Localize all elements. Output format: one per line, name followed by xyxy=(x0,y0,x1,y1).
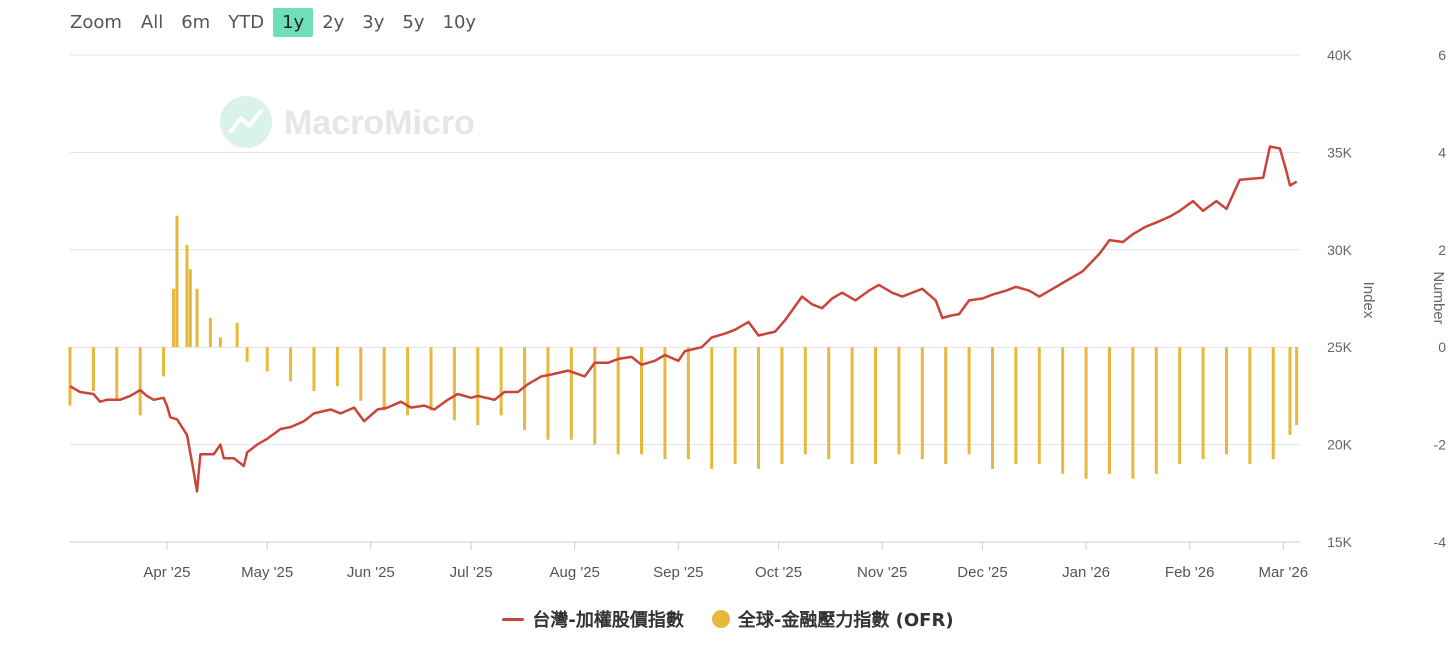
ofr-bar xyxy=(115,347,119,401)
ofr-bar xyxy=(359,347,363,401)
ofr-bar xyxy=(546,347,550,440)
ofr-bar xyxy=(1178,347,1182,465)
legend-item-taiex[interactable]: 台灣-加權股價指數 xyxy=(502,606,684,632)
ofr-bar xyxy=(476,347,480,426)
y-right-tick-label: 2 xyxy=(1438,242,1446,258)
y-left-axis-title: Index xyxy=(1360,282,1377,319)
ofr-bar xyxy=(1271,347,1275,460)
ofr-bar xyxy=(138,347,142,416)
taiex-index-line xyxy=(69,145,1298,493)
x-tick-label: Jun '25 xyxy=(347,564,395,581)
ofr-bar xyxy=(1061,347,1065,474)
ofr-bar xyxy=(208,317,212,348)
y-right-tick-label: 4 xyxy=(1438,144,1446,160)
ofr-bar xyxy=(897,347,901,455)
ofr-bar xyxy=(991,347,994,469)
watermark-text: MacroMicro xyxy=(284,104,475,142)
ofr-bar xyxy=(686,347,690,460)
x-tick-label: Apr '25 xyxy=(143,564,190,581)
ofr-bar xyxy=(1248,347,1252,465)
ofr-bar xyxy=(235,322,239,348)
legend-line-swatch xyxy=(502,617,525,621)
ofr-bar xyxy=(710,347,714,469)
ofr-bar xyxy=(218,337,222,348)
ofr-bar xyxy=(312,347,316,392)
ofr-bar xyxy=(1201,347,1205,460)
ofr-bar xyxy=(1014,347,1018,465)
ofr-bar xyxy=(1224,347,1228,455)
ofr-bar xyxy=(335,347,339,387)
ofr-bar xyxy=(967,347,971,455)
ofr-bar xyxy=(616,347,620,455)
chart-canvas[interactable]: MacroMicro 40K 35K 30K 25K 20K 15K 6 4 2 0 -2 -4 Ind… xyxy=(0,0,1456,600)
ofr-bar xyxy=(1107,347,1111,474)
x-tick-label: Mar '26 xyxy=(1259,564,1309,581)
y-right-tick-label: -4 xyxy=(1434,534,1447,550)
ofr-bar xyxy=(68,347,72,406)
ofr-bar xyxy=(757,347,761,469)
ofr-bar xyxy=(663,347,667,460)
y-right-tick-label: 6 xyxy=(1438,47,1446,63)
y-left-tick-label: 15K xyxy=(1327,534,1353,550)
y-left-tick-label: 35K xyxy=(1327,144,1353,160)
ofr-bar xyxy=(452,347,456,421)
ofr-bar xyxy=(289,347,293,382)
watermark: MacroMicro xyxy=(220,96,475,148)
ofr-bar xyxy=(429,347,433,411)
ofr-bar xyxy=(195,288,199,348)
ofr-bar xyxy=(1154,347,1158,474)
y-right-tick-label: 0 xyxy=(1438,339,1446,355)
x-tick-label: Jan '26 xyxy=(1062,564,1110,581)
y-left-tick-label: 25K xyxy=(1327,339,1353,355)
index-line-group xyxy=(69,145,1298,493)
ofr-bar xyxy=(874,347,878,465)
legend-dot-swatch xyxy=(711,610,730,628)
ofr-bar xyxy=(1084,347,1088,479)
y-right-axis-title: Number xyxy=(1430,271,1447,324)
ofr-bar xyxy=(499,347,503,416)
ofr-bar xyxy=(1295,347,1299,426)
ofr-bar xyxy=(175,215,179,348)
ofr-bar xyxy=(569,347,573,440)
ofr-bar xyxy=(382,347,386,411)
ofr-bar xyxy=(91,347,95,392)
x-tick-label: Sep '25 xyxy=(653,564,703,581)
y-left-tick-label: 30K xyxy=(1327,242,1353,258)
y-left-tick-label: 40K xyxy=(1327,47,1353,63)
ofr-bar xyxy=(162,347,166,377)
legend-label-taiex: 台灣-加權股價指數 xyxy=(532,610,684,631)
ofr-bar xyxy=(172,288,176,348)
ofr-bar xyxy=(850,347,854,465)
x-tick-label: Nov '25 xyxy=(857,564,907,581)
ofr-bar xyxy=(827,347,831,460)
ofr-bar xyxy=(780,347,784,465)
ofr-bar xyxy=(803,347,807,455)
ofr-bar xyxy=(265,347,269,372)
ofr-bar xyxy=(245,347,249,362)
ofr-bar xyxy=(920,347,924,460)
ofr-bar xyxy=(185,244,189,348)
x-tick-label: Aug '25 xyxy=(549,564,599,581)
ofr-bar xyxy=(1288,347,1292,435)
ofr-bar xyxy=(733,347,737,465)
ofr-bar xyxy=(1131,347,1135,479)
x-tick-label: Feb '26 xyxy=(1165,564,1215,581)
ofr-bar xyxy=(188,269,192,348)
y-left-tick-label: 20K xyxy=(1327,437,1353,453)
x-tick-label: May '25 xyxy=(241,564,293,581)
legend-label-ofr: 全球-金融壓力指數 (OFR) xyxy=(737,610,954,631)
x-tick-label: Oct '25 xyxy=(755,564,802,581)
ofr-bar xyxy=(1037,347,1041,465)
x-tick-label: Dec '25 xyxy=(957,564,1007,581)
legend: 台灣-加權股價指數 全球-金融壓力指數 (OFR) xyxy=(0,606,1456,632)
legend-item-ofr[interactable]: 全球-金融壓力指數 (OFR) xyxy=(711,606,954,632)
y-right-tick-label: -2 xyxy=(1434,437,1447,453)
x-tick-label: Jul '25 xyxy=(450,564,493,581)
ofr-bar xyxy=(944,347,948,465)
